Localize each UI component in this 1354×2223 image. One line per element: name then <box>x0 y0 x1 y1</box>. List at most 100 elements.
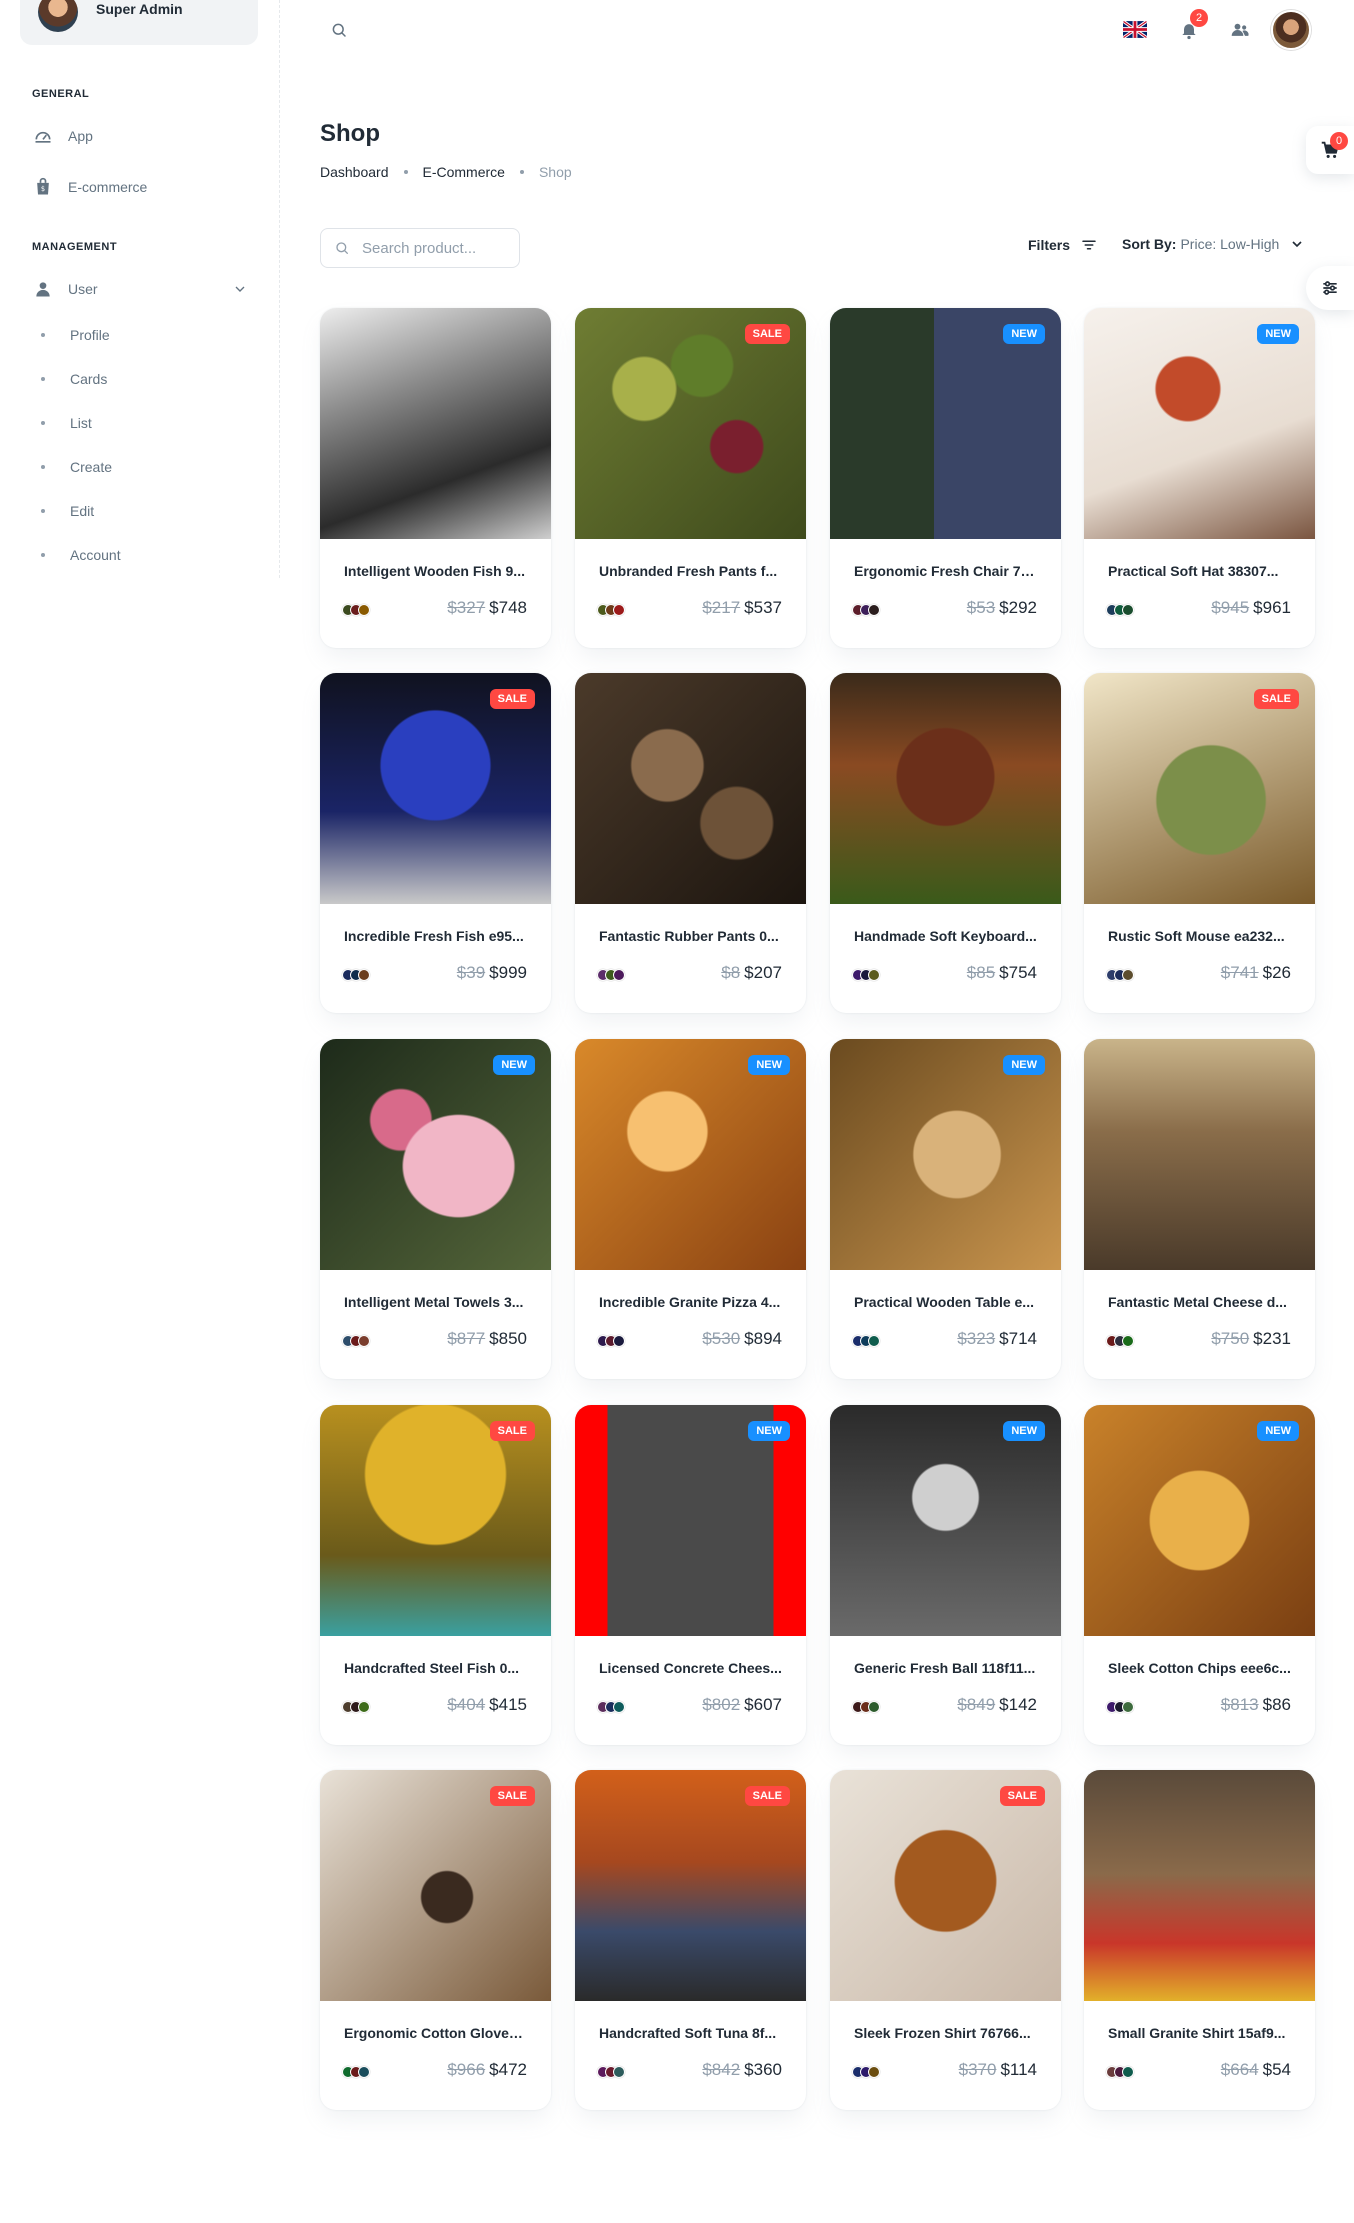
breadcrumb-ecommerce[interactable]: E-Commerce <box>423 164 505 180</box>
product-name[interactable]: Handcrafted Soft Tuna 8f... <box>599 2025 784 2041</box>
bullet-icon <box>41 377 45 381</box>
product-color-swatches <box>1106 604 1134 616</box>
breadcrumb-dashboard[interactable]: Dashboard <box>320 164 389 180</box>
sidebar-item-ecommerce[interactable]: $ E-commerce <box>32 169 256 205</box>
product-card[interactable]: SALE Incredible Fresh Fish e95... $39 $999 <box>320 673 551 1013</box>
product-card[interactable]: Handmade Soft Keyboard... $85 $754 <box>830 673 1061 1013</box>
current-price: $714 <box>999 1329 1037 1348</box>
color-swatch <box>613 1701 625 1713</box>
sidebar-subitem-cards[interactable]: Cards <box>32 364 107 394</box>
product-status-badge: NEW <box>1003 1421 1045 1441</box>
product-name[interactable]: Handmade Soft Keyboard... <box>854 928 1039 944</box>
product-name[interactable]: Incredible Granite Pizza 4... <box>599 1294 784 1310</box>
product-name[interactable]: Fantastic Rubber Pants 0... <box>599 928 784 944</box>
contacts-button[interactable] <box>1227 17 1253 43</box>
product-prices: $813 $86 <box>1221 1695 1291 1715</box>
product-card[interactable]: Small Granite Shirt 15af9... $664 $54 <box>1084 1770 1315 2110</box>
color-swatch <box>613 969 625 981</box>
product-color-swatches <box>1106 969 1134 981</box>
sidebar-item-user[interactable]: User <box>32 271 256 307</box>
product-card[interactable]: NEW Sleek Cotton Chips eee6c... $813 $86 <box>1084 1405 1315 1745</box>
header-search-button[interactable] <box>326 17 352 43</box>
filters-button[interactable]: Filters <box>1028 236 1098 254</box>
product-card[interactable]: NEW Generic Fresh Ball 118f11... $849 $142 <box>830 1405 1061 1745</box>
sidebar-subitem-edit[interactable]: Edit <box>32 496 94 526</box>
current-price: $415 <box>489 1695 527 1714</box>
sort-by-button[interactable]: Sort By: Price: Low-High <box>1122 236 1305 252</box>
product-card[interactable]: SALE Ergonomic Cotton Gloves ... $966 $472 <box>320 1770 551 2110</box>
product-card[interactable]: NEW Practical Soft Hat 38307... $945 $961 <box>1084 308 1315 648</box>
product-card[interactable]: Fantastic Metal Cheese d... $750 $231 <box>1084 1039 1315 1379</box>
product-image[interactable] <box>1084 1770 1315 2001</box>
product-card[interactable]: NEW Incredible Granite Pizza 4... $530 $894 <box>575 1039 806 1379</box>
notifications-button[interactable]: 2 <box>1176 9 1208 43</box>
shopping-bag-icon: $ <box>32 176 54 198</box>
product-name[interactable]: Intelligent Wooden Fish 9... <box>344 563 529 579</box>
product-card[interactable]: NEW Practical Wooden Table e... $323 $714 <box>830 1039 1061 1379</box>
product-name[interactable]: Unbranded Fresh Pants f... <box>599 563 784 579</box>
current-price: $754 <box>999 963 1037 982</box>
bullet-icon <box>41 553 45 557</box>
product-name[interactable]: Practical Wooden Table e... <box>854 1294 1039 1310</box>
color-swatch <box>613 604 625 616</box>
sidebar-subitem-account[interactable]: Account <box>32 540 121 570</box>
old-price: $404 <box>447 1695 486 1714</box>
product-color-swatches <box>597 969 625 981</box>
product-card[interactable]: SALE Rustic Soft Mouse ea232... $741 $26 <box>1084 673 1315 1013</box>
product-name[interactable]: Generic Fresh Ball 118f11... <box>854 1660 1039 1676</box>
product-name[interactable]: Small Granite Shirt 15af9... <box>1108 2025 1293 2041</box>
product-card[interactable]: SALE Sleek Frozen Shirt 76766... $370 $114 <box>830 1770 1061 2110</box>
product-name[interactable]: Sleek Frozen Shirt 76766... <box>854 2025 1039 2041</box>
sidebar-subitem-create[interactable]: Create <box>32 452 112 482</box>
product-image[interactable] <box>830 673 1061 904</box>
color-swatch <box>358 1335 370 1347</box>
user-avatar[interactable] <box>1271 10 1311 50</box>
product-card[interactable]: NEW Ergonomic Fresh Chair 76... $53 $292 <box>830 308 1061 648</box>
sidebar-subitem-list[interactable]: List <box>32 408 92 438</box>
product-image[interactable] <box>575 673 806 904</box>
product-name[interactable]: Practical Soft Hat 38307... <box>1108 563 1293 579</box>
search-icon <box>336 242 348 254</box>
search-input[interactable] <box>362 239 502 257</box>
product-name[interactable]: Licensed Concrete Chees... <box>599 1660 784 1676</box>
product-status-badge: NEW <box>1003 324 1045 344</box>
product-card[interactable]: Intelligent Wooden Fish 9... $327 $748 <box>320 308 551 648</box>
product-card[interactable]: SALE Unbranded Fresh Pants f... $217 $537 <box>575 308 806 648</box>
sort-by-label: Sort By: <box>1122 236 1177 252</box>
dashboard-icon <box>32 125 54 147</box>
current-price: $894 <box>744 1329 782 1348</box>
sidebar-item-label: E-commerce <box>68 179 148 195</box>
sidebar-item-app[interactable]: App <box>32 118 256 154</box>
product-card[interactable]: Fantastic Rubber Pants 0... $8 $207 <box>575 673 806 1013</box>
notifications-badge: 2 <box>1190 9 1208 27</box>
product-name[interactable]: Fantastic Metal Cheese d... <box>1108 1294 1293 1310</box>
product-image[interactable] <box>320 308 551 539</box>
product-card[interactable]: SALE Handcrafted Steel Fish 0... $404 $415 <box>320 1405 551 1745</box>
product-name[interactable]: Ergonomic Fresh Chair 76... <box>854 563 1039 579</box>
product-card[interactable]: NEW Intelligent Metal Towels 3... $877 $850 <box>320 1039 551 1379</box>
product-name[interactable]: Incredible Fresh Fish e95... <box>344 928 529 944</box>
cart-button[interactable]: 0 <box>1306 126 1354 174</box>
product-image[interactable] <box>1084 1039 1315 1270</box>
current-price: $537 <box>744 598 782 617</box>
product-status-badge: NEW <box>1257 1421 1299 1441</box>
product-name[interactable]: Intelligent Metal Towels 3... <box>344 1294 529 1310</box>
color-swatch <box>868 1701 880 1713</box>
product-search[interactable] <box>320 228 520 268</box>
account-name: Super Admin <box>96 1 183 17</box>
cart-badge: 0 <box>1330 132 1348 150</box>
product-prices: $217 $537 <box>702 598 782 618</box>
product-name[interactable]: Sleek Cotton Chips eee6c... <box>1108 1660 1293 1676</box>
settings-button[interactable] <box>1306 266 1354 310</box>
product-name[interactable]: Rustic Soft Mouse ea232... <box>1108 928 1293 944</box>
uk-flag-icon[interactable] <box>1123 21 1147 38</box>
sidebar-subitem-profile[interactable]: Profile <box>32 320 110 350</box>
product-name[interactable]: Ergonomic Cotton Gloves ... <box>344 2025 529 2041</box>
product-card[interactable]: NEW Licensed Concrete Chees... $802 $607 <box>575 1405 806 1745</box>
product-name[interactable]: Handcrafted Steel Fish 0... <box>344 1660 529 1676</box>
product-card[interactable]: SALE Handcrafted Soft Tuna 8f... $842 $360 <box>575 1770 806 2110</box>
product-prices: $802 $607 <box>702 1695 782 1715</box>
account-card[interactable]: Super Admin <box>20 0 258 45</box>
old-price: $849 <box>957 1695 996 1714</box>
breadcrumb-shop: Shop <box>538 164 572 180</box>
